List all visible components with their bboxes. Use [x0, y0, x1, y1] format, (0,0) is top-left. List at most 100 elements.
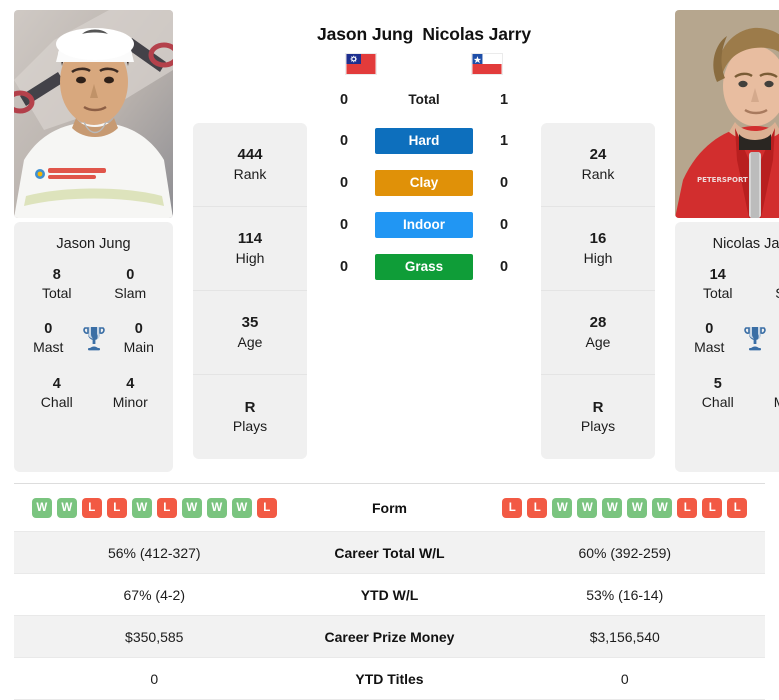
svg-text:PETERSPORT: PETERSPORT: [697, 176, 748, 184]
form-badge-loss[interactable]: L: [157, 498, 177, 518]
stat-label-prize: Career Prize Money: [295, 629, 485, 645]
form-badge-win[interactable]: W: [57, 498, 77, 518]
left-minor-titles: 4 Minor: [94, 375, 168, 411]
right-minor-titles: 6 Minor: [755, 375, 779, 411]
left-rank-panel: 444 Rank 114 High 35 Age R Plays: [193, 123, 307, 459]
left-chall-titles: 4 Chall: [20, 375, 94, 411]
form-badge-win[interactable]: W: [602, 498, 622, 518]
form-badge-win[interactable]: W: [627, 498, 647, 518]
right-high-value: 16: [590, 229, 607, 249]
left-ytd_wl-cell: 67% (4-2): [14, 587, 295, 603]
right-plays-value: R: [593, 398, 604, 418]
right-ytd_wl-cell: 53% (16-14): [485, 587, 766, 603]
left-age-value: 35: [242, 313, 259, 333]
form-badge-win[interactable]: W: [207, 498, 227, 518]
form-badge-win[interactable]: W: [552, 498, 572, 518]
right-form-cell: LLWWWWWLLL: [485, 498, 766, 518]
right-main-titles: 3 Main: [772, 320, 779, 356]
left-titles-row-3: 4 Chall 4 Minor: [20, 375, 167, 411]
left-rank-value: 444: [237, 145, 262, 165]
chile-flag-icon: [471, 53, 503, 75]
h2h-left-score-clay: 0: [313, 175, 375, 191]
left-titles-row-2: 0 Mast: [20, 320, 167, 356]
comparison-stats-table: WWLLWLWWWLFormLLWWWWWLLL56% (412-327)Car…: [14, 483, 765, 700]
right-high-label: High: [584, 249, 613, 268]
table-row: 67% (4-2)YTD W/L53% (16-14): [14, 574, 765, 616]
left-total-titles: 8 Total: [20, 266, 94, 302]
left-career-titles-panel: Jason Jung 8 Total 0 Slam 0 Mast: [14, 222, 173, 472]
form-badge-loss[interactable]: L: [727, 498, 747, 518]
h2h-left-score-total: 0: [313, 92, 375, 108]
left-slam-value: 0: [94, 266, 168, 284]
right-rank-panel: 24 Rank 16 High 28 Age R Plays: [541, 123, 655, 459]
taiwan-flag-icon: [345, 53, 377, 75]
right-ytd_titles-cell: 0: [485, 671, 766, 687]
right-total-label: Total: [681, 284, 755, 302]
left-player-column: Jason Jung 8 Total 0 Slam 0 Mast: [14, 10, 173, 472]
h2h-right-score-indoor: 0: [473, 217, 535, 233]
left-high-value: 114: [238, 229, 262, 249]
surface-badge-clay[interactable]: Clay: [375, 170, 473, 196]
right-career_wl-cell: 60% (392-259): [485, 545, 766, 561]
left-main-label: Main: [111, 338, 168, 356]
right-age-label: Age: [586, 333, 611, 352]
form-badge-loss[interactable]: L: [702, 498, 722, 518]
right-rank-label: Rank: [582, 165, 615, 184]
h2h-right-score-hard: 1: [473, 133, 535, 149]
h2h-left-score-grass: 0: [313, 259, 375, 275]
right-chall-value: 5: [681, 375, 755, 393]
h2h-row-grass: 0Grass0: [313, 253, 535, 281]
surface-badge-indoor[interactable]: Indoor: [375, 212, 473, 238]
left-form-badges: WWLLWLWWWL: [32, 498, 277, 518]
right-rank-cell: 24 Rank: [541, 123, 655, 207]
right-player-photo[interactable]: PETERSPORT: [675, 10, 779, 218]
left-chall-value: 4: [20, 375, 94, 393]
left-mast-titles: 0 Mast: [20, 320, 77, 356]
right-total-value: 14: [681, 266, 755, 284]
form-badge-loss[interactable]: L: [82, 498, 102, 518]
right-titles-row-1: 14 Total 0 Slam: [681, 266, 779, 302]
form-badge-win[interactable]: W: [132, 498, 152, 518]
form-badge-loss[interactable]: L: [502, 498, 522, 518]
right-titles-row-3: 5 Chall 6 Minor: [681, 375, 779, 411]
form-badge-win[interactable]: W: [232, 498, 252, 518]
surface-badge-grass[interactable]: Grass: [375, 254, 473, 280]
h2h-row-total: 0Total1: [313, 87, 535, 113]
left-chall-label: Chall: [20, 393, 94, 411]
right-age-cell: 28 Age: [541, 291, 655, 375]
table-row: $350,585Career Prize Money$3,156,540: [14, 616, 765, 658]
form-badge-win[interactable]: W: [182, 498, 202, 518]
left-form-cell: WWLLWLWWWL: [14, 498, 295, 518]
left-player-name[interactable]: Jason Jung: [317, 24, 413, 45]
form-badge-win[interactable]: W: [32, 498, 52, 518]
h2h-left-score-hard: 0: [313, 133, 375, 149]
right-form-badges: LLWWWWWLLL: [502, 498, 747, 518]
stat-label-career_wl: Career Total W/L: [295, 545, 485, 561]
form-badge-loss[interactable]: L: [257, 498, 277, 518]
head-to-head-panel: Jason Jung Nicolas Jarry: [307, 10, 541, 281]
right-titles-row-2: 0 Mast: [681, 320, 779, 356]
left-age-label: Age: [238, 333, 263, 352]
left-prize-cell: $350,585: [14, 629, 295, 645]
surface-badge-total: Total: [375, 87, 473, 113]
right-flag-cell: [439, 53, 535, 75]
left-main-titles: 0 Main: [111, 320, 168, 356]
left-player-photo[interactable]: [14, 10, 173, 218]
right-player-name[interactable]: Nicolas Jarry: [422, 24, 531, 45]
form-badge-loss[interactable]: L: [107, 498, 127, 518]
right-slam-titles: 0 Slam: [755, 266, 779, 302]
form-badge-loss[interactable]: L: [527, 498, 547, 518]
form-badge-win[interactable]: W: [652, 498, 672, 518]
left-minor-label: Minor: [94, 393, 168, 411]
left-career-name: Jason Jung: [20, 232, 167, 266]
form-badge-loss[interactable]: L: [677, 498, 697, 518]
table-row: 56% (412-327)Career Total W/L60% (392-25…: [14, 532, 765, 574]
h2h-right-score-grass: 0: [473, 259, 535, 275]
trophy-icon: [738, 325, 772, 351]
left-age-cell: 35 Age: [193, 291, 307, 375]
right-minor-value: 6: [755, 375, 779, 393]
right-plays-cell: R Plays: [541, 375, 655, 459]
surface-badge-hard[interactable]: Hard: [375, 128, 473, 154]
trophy-icon: [77, 325, 111, 351]
form-badge-win[interactable]: W: [577, 498, 597, 518]
